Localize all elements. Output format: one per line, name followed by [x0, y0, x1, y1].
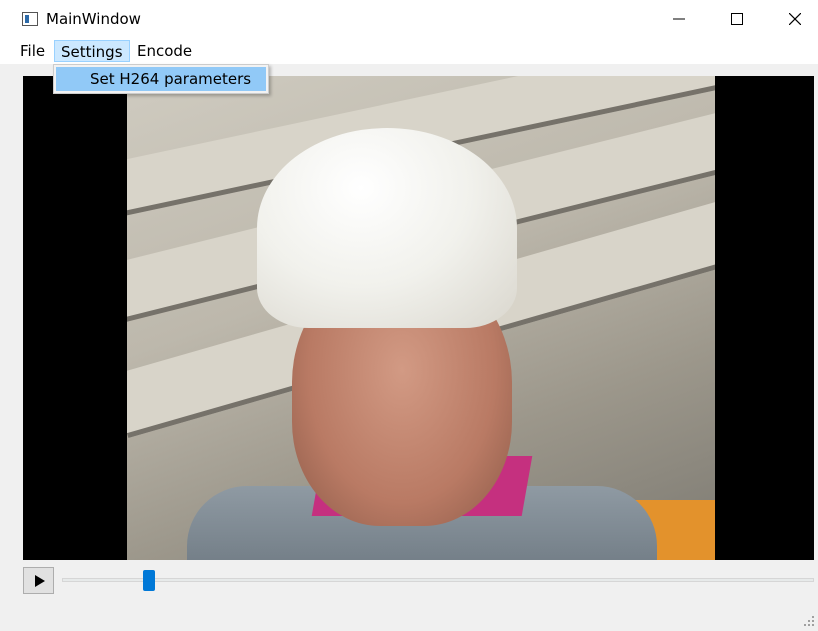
playback-controls [0, 560, 818, 600]
title-bar: MainWindow [0, 0, 818, 38]
maximize-icon [731, 13, 743, 25]
maximize-button[interactable] [708, 0, 766, 38]
video-display [23, 76, 814, 560]
menu-item-set-h264-parameters[interactable]: Set H264 parameters [56, 67, 266, 91]
window-title: MainWindow [46, 10, 141, 28]
app-icon [22, 12, 38, 26]
seek-slider-track[interactable] [62, 578, 814, 582]
menu-settings[interactable]: Settings [54, 40, 130, 62]
menu-bar: File Settings Encode [0, 38, 818, 64]
close-button[interactable] [766, 0, 818, 38]
hard-hat [257, 128, 517, 328]
video-frame [127, 76, 715, 560]
resize-grip-icon[interactable] [802, 614, 816, 628]
menu-file[interactable]: File [14, 40, 51, 62]
close-icon [789, 13, 801, 25]
play-button[interactable] [23, 567, 54, 594]
minimize-button[interactable] [650, 0, 708, 38]
play-icon [34, 574, 45, 587]
settings-dropdown: Set H264 parameters [53, 64, 269, 94]
menu-encode[interactable]: Encode [131, 40, 198, 62]
seek-slider-handle[interactable] [143, 570, 155, 591]
minimize-icon [673, 18, 685, 20]
